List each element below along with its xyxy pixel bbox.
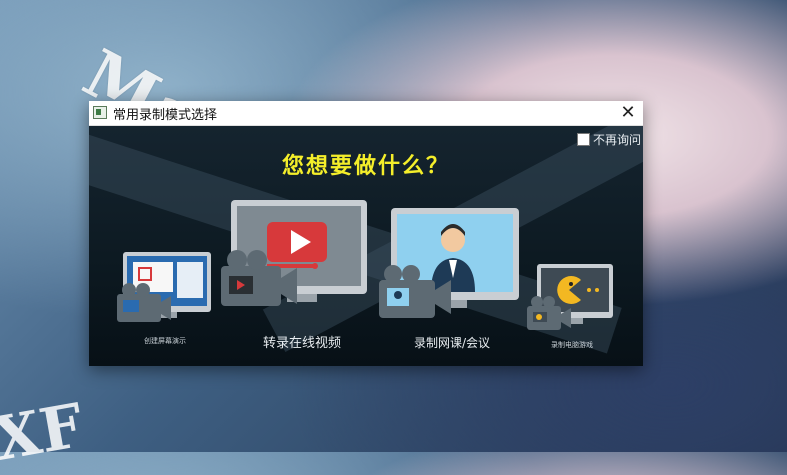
dialog-content: 不再询问 您想要做什么？ 创建屏幕演示 转录在线视频 录制网课/会议 录制电脑游… — [89, 126, 643, 366]
title-bar[interactable]: 常用录制模式选择 ✕ — [89, 101, 643, 126]
option-screen-demo-label: 创建屏幕演示 — [144, 337, 186, 345]
online-video-icon — [221, 200, 367, 306]
option-online-video[interactable]: 转录在线视频 — [217, 200, 377, 351]
class-meeting-icon — [379, 208, 519, 318]
dont-ask-again-toggle[interactable]: 不再询问 — [576, 131, 641, 148]
dialog-title: 常用录制模式选择 — [113, 108, 218, 123]
dont-ask-label: 不再询问 — [592, 133, 641, 147]
headline: 您想要做什么？ — [281, 154, 450, 179]
option-pc-game-label: 录制电脑游戏 — [551, 341, 593, 349]
app-icon — [93, 106, 107, 119]
screen-demo-icon — [117, 252, 211, 322]
option-class-meeting[interactable]: 录制网课/会议 — [379, 208, 525, 350]
option-online-video-label: 转录在线视频 — [262, 336, 341, 351]
watermark-corner-text: XF — [0, 390, 89, 475]
option-pc-game[interactable]: 录制电脑游戏 — [527, 264, 617, 350]
dont-ask-checkbox[interactable] — [576, 133, 590, 146]
option-screen-demo[interactable]: 创建屏幕演示 — [113, 248, 217, 352]
pc-game-icon — [527, 264, 613, 330]
close-button[interactable]: ✕ — [613, 101, 643, 125]
option-class-meeting-label: 录制网课/会议 — [413, 336, 491, 350]
mode-select-dialog: 常用录制模式选择 ✕ 不再询问 您想要做什么？ 创建屏幕演示 转录在线视频 录制… — [89, 101, 643, 366]
